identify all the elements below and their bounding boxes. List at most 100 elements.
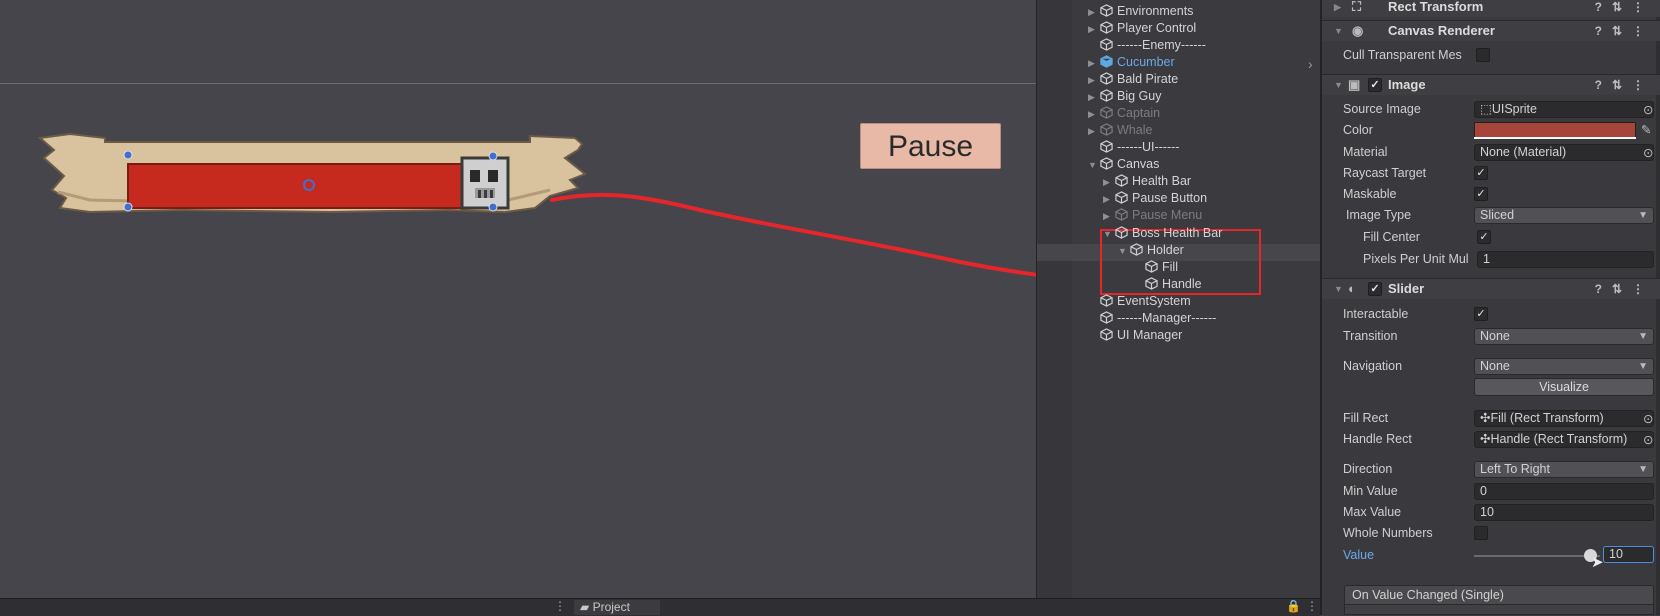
tab-project[interactable]: ▰ Project (574, 600, 660, 615)
hierarchy-item[interactable]: ▶ Whale (1088, 122, 1152, 139)
component-header-icons[interactable]: ?⇅⋮ (1595, 21, 1654, 41)
component-header-icons[interactable]: ?⇅⋮ (1595, 279, 1654, 299)
min-value-field[interactable]: 0 (1474, 483, 1654, 500)
hierarchy-item[interactable]: Fill (1133, 259, 1178, 276)
gameobject-cube-icon (1100, 55, 1113, 68)
color-alpha-bar (1474, 137, 1636, 139)
max-value-field[interactable]: 10 (1474, 504, 1654, 521)
component-header-icons[interactable]: ?⇅⋮ (1595, 75, 1654, 95)
raycast-target-checkbox[interactable]: ✓ (1474, 166, 1488, 180)
pause-button[interactable]: Pause (860, 123, 1001, 169)
gameobject-cube-icon (1100, 328, 1113, 341)
material-field[interactable]: None (Material) (1474, 144, 1654, 161)
hierarchy-item[interactable]: ▼ Canvas (1088, 156, 1159, 173)
expand-arrow-right-icon[interactable]: ▶ (1103, 174, 1115, 191)
value-slider-track[interactable] (1474, 555, 1600, 557)
expand-arrow-right-icon[interactable]: ▶ (1088, 106, 1100, 123)
maskable-checkbox[interactable]: ✓ (1474, 187, 1488, 201)
rect-transform-icon: ✣ (1480, 432, 1491, 446)
handle-rect-field[interactable]: ✣Handle (Rect Transform) (1474, 431, 1654, 448)
expand-arrow-right-icon[interactable]: ▶ (1103, 191, 1115, 208)
hierarchy-item[interactable]: ------Manager------ (1088, 310, 1216, 327)
hierarchy-item[interactable]: ▼ Boss Health Bar (1103, 225, 1222, 242)
chevron-down-icon: ▼ (1638, 464, 1648, 475)
fill-rect-value: Fill (Rect Transform) (1490, 411, 1604, 425)
component-header-icons[interactable]: ?⇅⋮ (1595, 0, 1654, 17)
image-component-icon: ▣ (1348, 77, 1361, 92)
object-picker-icon[interactable]: ⊙ (1643, 432, 1653, 447)
canvas-renderer-title: Canvas Renderer (1388, 23, 1495, 38)
source-image-field[interactable]: ⬚UISprite (1474, 101, 1654, 118)
expand-arrow-right-icon[interactable]: ▶ (1088, 72, 1100, 89)
source-image-value: UISprite (1491, 102, 1537, 116)
hierarchy-item[interactable]: Handle (1133, 276, 1202, 293)
foldout-arrow-icon: ▼ (1334, 26, 1343, 36)
hierarchy-item[interactable]: UI Manager (1088, 327, 1182, 344)
gameobject-cube-icon (1100, 106, 1113, 119)
visualize-button[interactable]: Visualize (1474, 378, 1654, 396)
expand-arrow-right-icon[interactable]: ▶ (1088, 21, 1100, 38)
canvas-renderer-header[interactable]: ▼ ◉ Canvas Renderer ?⇅⋮ (1322, 20, 1660, 41)
image-title: Image (1388, 77, 1426, 92)
object-picker-icon[interactable]: ⊙ (1643, 411, 1653, 426)
hierarchy-item[interactable]: ▶ Big Guy (1088, 88, 1161, 105)
color-label: Color (1343, 123, 1373, 137)
lock-icon[interactable]: 🔒 (1286, 599, 1301, 613)
fill-center-checkbox[interactable]: ✓ (1477, 230, 1491, 244)
gameobject-cube-icon (1100, 38, 1113, 51)
slider-enabled-checkbox[interactable]: ✓ (1368, 282, 1382, 296)
hierarchy-scroll-arrow[interactable]: › (1308, 56, 1313, 72)
cull-transparent-checkbox[interactable] (1476, 48, 1490, 62)
gameobject-cube-icon (1145, 277, 1158, 290)
maskable-label: Maskable (1343, 187, 1397, 201)
expand-arrow-down-icon[interactable]: ▼ (1103, 226, 1115, 243)
fill-rect-field[interactable]: ✣Fill (Rect Transform) (1474, 410, 1654, 427)
more-options-icon[interactable]: ⋮ (554, 599, 566, 613)
hierarchy-item-label: Boss Health Bar (1132, 226, 1223, 240)
eyedropper-icon[interactable]: ✎ (1641, 122, 1651, 137)
expand-arrow-right-icon[interactable]: ▶ (1088, 89, 1100, 106)
hierarchy-item[interactable]: ▶ Health Bar (1103, 173, 1191, 190)
transition-dropdown[interactable]: None ▼ (1474, 328, 1654, 345)
foldout-arrow-icon: ▶ (1334, 2, 1341, 12)
interactable-checkbox[interactable]: ✓ (1474, 307, 1488, 321)
eye-icon: ◉ (1352, 23, 1364, 38)
hierarchy-item[interactable]: ▶ Pause Button (1103, 190, 1207, 207)
navigation-dropdown[interactable]: None ▼ (1474, 358, 1654, 375)
expand-arrow-right-icon[interactable]: ▶ (1088, 4, 1100, 21)
hierarchy-item[interactable]: ▶ Captain (1088, 105, 1160, 122)
hierarchy-item[interactable]: EventSystem (1088, 293, 1191, 310)
hierarchy-item[interactable]: ▶ Cucumber (1088, 54, 1175, 71)
hierarchy-item[interactable]: ▶ Pause Menu (1103, 207, 1202, 224)
object-picker-icon[interactable]: ⊙ (1643, 145, 1653, 160)
expand-arrow-right-icon[interactable]: ▶ (1088, 123, 1100, 140)
hierarchy-item[interactable]: ------Enemy------ (1088, 37, 1206, 54)
transition-value: None (1480, 329, 1510, 343)
hierarchy-item[interactable]: ▼ Holder (1118, 242, 1184, 259)
image-type-value: Sliced (1480, 208, 1515, 222)
expand-arrow-right-icon[interactable]: ▶ (1088, 55, 1100, 72)
direction-dropdown[interactable]: Left To Right ▼ (1474, 461, 1654, 478)
handle-rect-value: Handle (Rect Transform) (1490, 432, 1628, 446)
expand-arrow-down-icon[interactable]: ▼ (1088, 157, 1100, 174)
more-options-icon-2[interactable]: ⋮ (1306, 599, 1318, 613)
image-type-dropdown[interactable]: Sliced ▼ (1474, 207, 1654, 224)
expand-arrow-right-icon[interactable]: ▶ (1103, 208, 1115, 225)
slider-header[interactable]: ▼ ◐ ✓ Slider ?⇅⋮ (1322, 278, 1660, 299)
color-swatch[interactable] (1474, 122, 1636, 138)
whole-numbers-checkbox[interactable] (1474, 526, 1488, 540)
pixels-per-unit-field[interactable]: 1 (1477, 251, 1654, 268)
object-picker-icon[interactable]: ⊙ (1643, 102, 1653, 117)
slider-title: Slider (1388, 281, 1425, 296)
image-enabled-checkbox[interactable]: ✓ (1368, 78, 1382, 92)
hierarchy-item[interactable]: ▶ Bald Pirate (1088, 71, 1178, 88)
value-field[interactable]: 10 (1603, 546, 1654, 563)
hierarchy-item[interactable]: ▶ Player Control (1088, 20, 1196, 37)
hierarchy-item[interactable]: ▶ Environments (1088, 3, 1193, 20)
on-value-changed-list[interactable] (1344, 605, 1654, 615)
rect-transform-header[interactable]: ▶ ⛶ Rect Transform ?⇅⋮ (1322, 0, 1660, 17)
image-header[interactable]: ▼ ▣ ✓ Image ?⇅⋮ (1322, 74, 1660, 95)
expand-arrow-down-icon[interactable]: ▼ (1118, 243, 1130, 260)
hierarchy-item-label: Bald Pirate (1117, 72, 1179, 86)
hierarchy-item[interactable]: ------UI------ (1088, 139, 1179, 156)
